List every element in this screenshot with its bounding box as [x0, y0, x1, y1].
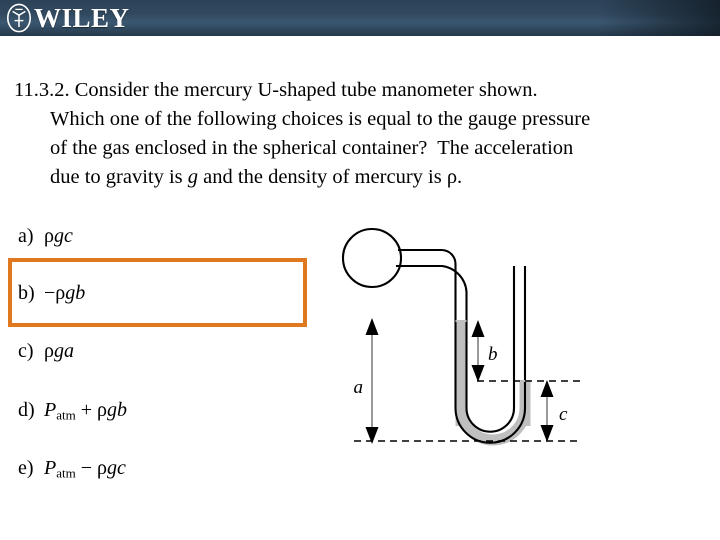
choice-e-var: c — [116, 457, 126, 479]
wiley-wordmark: WILEY — [34, 3, 130, 33]
question-var-g: g — [187, 166, 199, 188]
choice-e-expression: Patm − ρgc — [44, 457, 126, 481]
tube-outline — [341, 227, 527, 444]
choice-d-var: b — [116, 399, 127, 421]
choice-a-expression: ρgc — [44, 225, 73, 247]
answer-choice-d[interactable]: d) Patm + ρgb — [18, 398, 127, 428]
dimension-a: a — [354, 318, 379, 444]
choice-b-expression: −ρgb — [44, 282, 85, 304]
choice-d-subscript: atm — [56, 407, 76, 423]
choice-d-g: g — [106, 399, 117, 421]
choice-d-rho: ρ — [97, 399, 107, 421]
choice-c-label: c) — [18, 340, 34, 362]
question-line-2: Which one of the following choices is eq… — [50, 108, 591, 130]
choice-d-expression: Patm + ρgb — [44, 399, 127, 423]
choice-e-base: P — [44, 457, 57, 479]
choice-b-rho: ρ — [55, 282, 66, 304]
question-line-3: of the gas enclosed in the spherical con… — [50, 137, 574, 159]
choice-a-label: a) — [18, 225, 34, 247]
wiley-crest-icon — [7, 3, 31, 33]
choice-d-sign: + — [80, 399, 92, 421]
choice-e-label: e) — [18, 457, 34, 479]
choice-c-expression: ρga — [44, 340, 74, 362]
choice-c-g: g — [53, 340, 64, 362]
choice-b-var: b — [75, 282, 86, 304]
answer-choice-c[interactable]: c) ρga — [18, 339, 74, 363]
choice-a-g: g — [53, 225, 64, 247]
choice-a-var: c — [63, 225, 73, 247]
choice-a-rho: ρ — [44, 225, 54, 247]
dimension-c-label: c — [559, 404, 568, 425]
manometer-figure: a b c — [330, 208, 620, 470]
question-text: 11.3.2. Consider the mercury U-shaped tu… — [14, 76, 704, 192]
choice-e-rho: ρ — [97, 457, 107, 479]
choice-e-sign: − — [80, 457, 92, 479]
choice-b-sign: − — [44, 282, 56, 304]
choice-c-rho: ρ — [44, 340, 54, 362]
choice-e-subscript: atm — [56, 465, 76, 481]
answer-choice-a[interactable]: a) ρgc — [18, 224, 73, 248]
choice-c-var: a — [63, 340, 74, 362]
wiley-logo: WILEY — [6, 2, 130, 34]
dimension-c: c — [540, 380, 568, 442]
manometer-diagram: a b c — [341, 227, 580, 446]
answer-choice-b[interactable]: b) −ρgb — [18, 281, 85, 305]
question-line-4-pre: due to gravity is — [50, 166, 188, 188]
spherical-gas-container — [341, 227, 403, 289]
question-line-4: due to gravity is g and the density of m… — [14, 163, 704, 192]
choice-e-g: g — [106, 457, 117, 479]
question-line-1: 11.3.2. Consider the mercury U-shaped tu… — [14, 79, 538, 101]
choice-b-g: g — [65, 282, 76, 304]
dimension-a-label: a — [354, 377, 364, 398]
choice-b-label: b) — [18, 282, 35, 304]
wiley-header-bar: WILEY — [0, 0, 720, 36]
question-line-4-mid: and the density of mercury is ρ. — [198, 166, 463, 188]
choice-d-base: P — [44, 399, 57, 421]
answer-choice-e[interactable]: e) Patm − ρgc — [18, 456, 126, 486]
dimension-b: b — [471, 320, 498, 382]
connecting-tube-top — [398, 248, 457, 320]
choice-d-label: d) — [18, 399, 35, 421]
dimension-b-label: b — [488, 344, 498, 365]
